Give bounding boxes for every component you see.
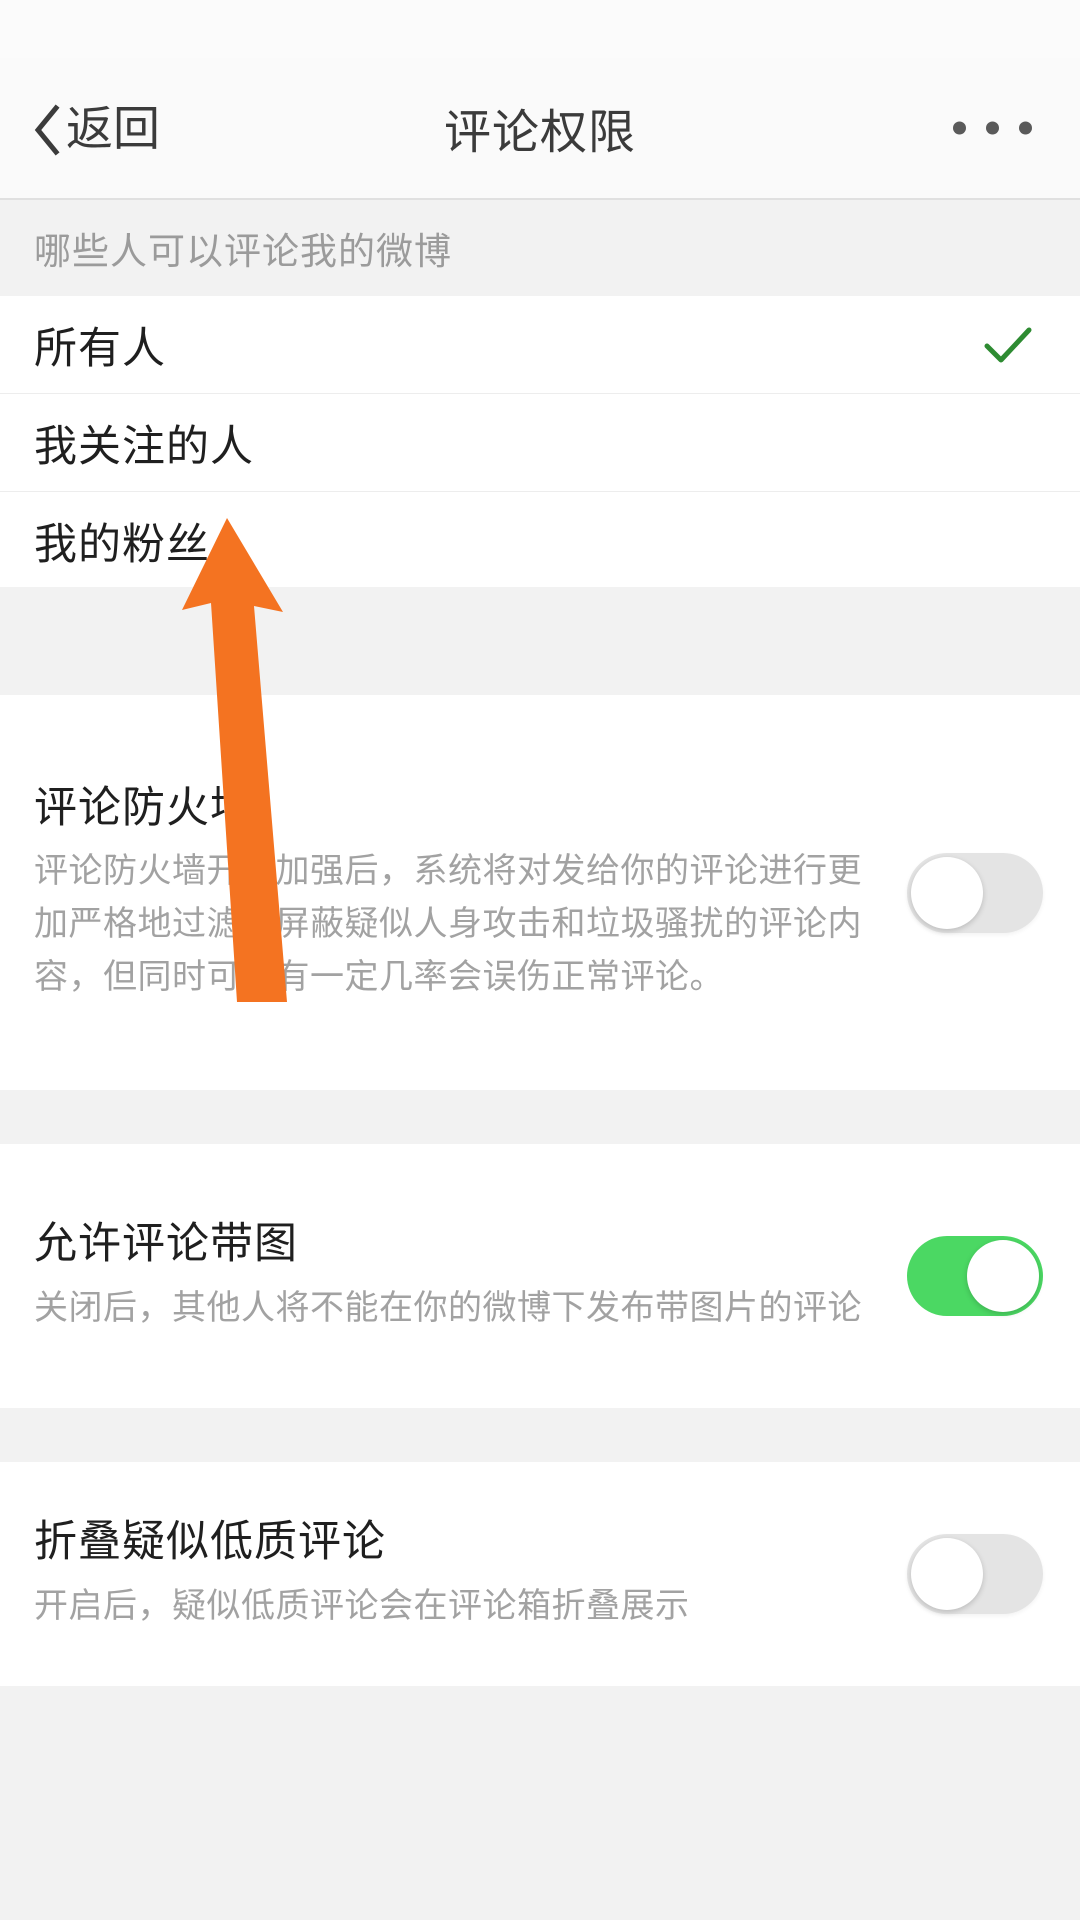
option-label: 我关注的人 bbox=[34, 422, 254, 471]
setting-row-allow-comment-images[interactable]: 允许评论带图 关闭后，其他人将不能在你的微博下发布带图片的评论 bbox=[0, 1144, 1080, 1408]
navigation-bar: 返回 评论权限 bbox=[0, 58, 1080, 200]
section-gap bbox=[0, 1090, 1080, 1144]
back-button-label: 返回 bbox=[66, 101, 160, 155]
setting-row-comment-firewall[interactable]: 评论防火墙 评论防火墙开启加强后，系统将对发给你的评论进行更加严格地过滤，屏蔽疑… bbox=[0, 695, 1080, 1090]
section-gap bbox=[0, 587, 1080, 695]
setting-switch-wrap bbox=[870, 1534, 1080, 1614]
setting-switch-wrap bbox=[870, 852, 1080, 933]
setting-title: 折叠疑似低质评论 bbox=[34, 1517, 386, 1566]
section-header-label: 哪些人可以评论我的微博 bbox=[34, 231, 452, 272]
option-row-everyone[interactable]: 所有人 bbox=[0, 296, 1080, 393]
section-gap bbox=[0, 1408, 1080, 1462]
screen: 返回 评论权限 哪些人可以评论我的微博 所有人 我关注的人 我的粉丝 评论防火墙… bbox=[0, 0, 1080, 1920]
toggle-comment-firewall[interactable] bbox=[907, 852, 1043, 933]
page-bottom-filler bbox=[0, 1686, 1080, 1920]
page-title: 评论权限 bbox=[444, 105, 636, 159]
toggle-knob bbox=[911, 1538, 983, 1610]
setting-description: 评论防火墙开启加强后，系统将对发给你的评论进行更加严格地过滤，屏蔽疑似人身攻击和… bbox=[34, 852, 862, 996]
toggle-knob bbox=[911, 856, 983, 929]
ellipsis-dot-2 bbox=[986, 121, 999, 135]
toggle-fold-low-quality[interactable] bbox=[907, 1534, 1043, 1614]
setting-texts: 允许评论带图 关闭后，其他人将不能在你的微博下发布带图片的评论 bbox=[0, 1218, 870, 1334]
chevron-left-icon bbox=[34, 104, 60, 156]
option-row-following[interactable]: 我关注的人 bbox=[0, 394, 1080, 491]
ellipsis-dot-3 bbox=[1019, 121, 1032, 135]
setting-title: 评论防火墙 bbox=[34, 783, 254, 832]
back-button[interactable]: 返回 bbox=[34, 101, 160, 156]
setting-texts: 评论防火墙 评论防火墙开启加强后，系统将对发给你的评论进行更加严格地过滤，屏蔽疑… bbox=[0, 782, 870, 1004]
ellipsis-icon[interactable] bbox=[947, 104, 1038, 153]
setting-description: 关闭后，其他人将不能在你的微博下发布带图片的评论 bbox=[34, 1288, 862, 1327]
setting-row-fold-low-quality[interactable]: 折叠疑似低质评论 开启后，疑似低质评论会在评论箱折叠展示 bbox=[0, 1462, 1080, 1686]
toggle-allow-comment-images[interactable] bbox=[907, 1236, 1043, 1316]
option-label: 所有人 bbox=[34, 324, 166, 373]
status-bar bbox=[0, 0, 1080, 58]
option-label: 我的粉丝 bbox=[34, 520, 210, 569]
comment-scope-option-list: 所有人 我关注的人 我的粉丝 bbox=[0, 296, 1080, 589]
ellipsis-dot-1 bbox=[953, 121, 966, 135]
setting-title: 允许评论带图 bbox=[34, 1219, 298, 1268]
setting-description: 开启后，疑似低质评论会在评论箱折叠展示 bbox=[34, 1586, 690, 1625]
toggle-knob bbox=[967, 1240, 1039, 1312]
section-header-comment-scope: 哪些人可以评论我的微博 bbox=[0, 200, 1080, 296]
setting-switch-wrap bbox=[870, 1236, 1080, 1316]
option-row-followers[interactable]: 我的粉丝 bbox=[0, 492, 1080, 589]
setting-texts: 折叠疑似低质评论 开启后，疑似低质评论会在评论箱折叠展示 bbox=[0, 1516, 870, 1632]
checkmark-icon bbox=[980, 317, 1036, 373]
